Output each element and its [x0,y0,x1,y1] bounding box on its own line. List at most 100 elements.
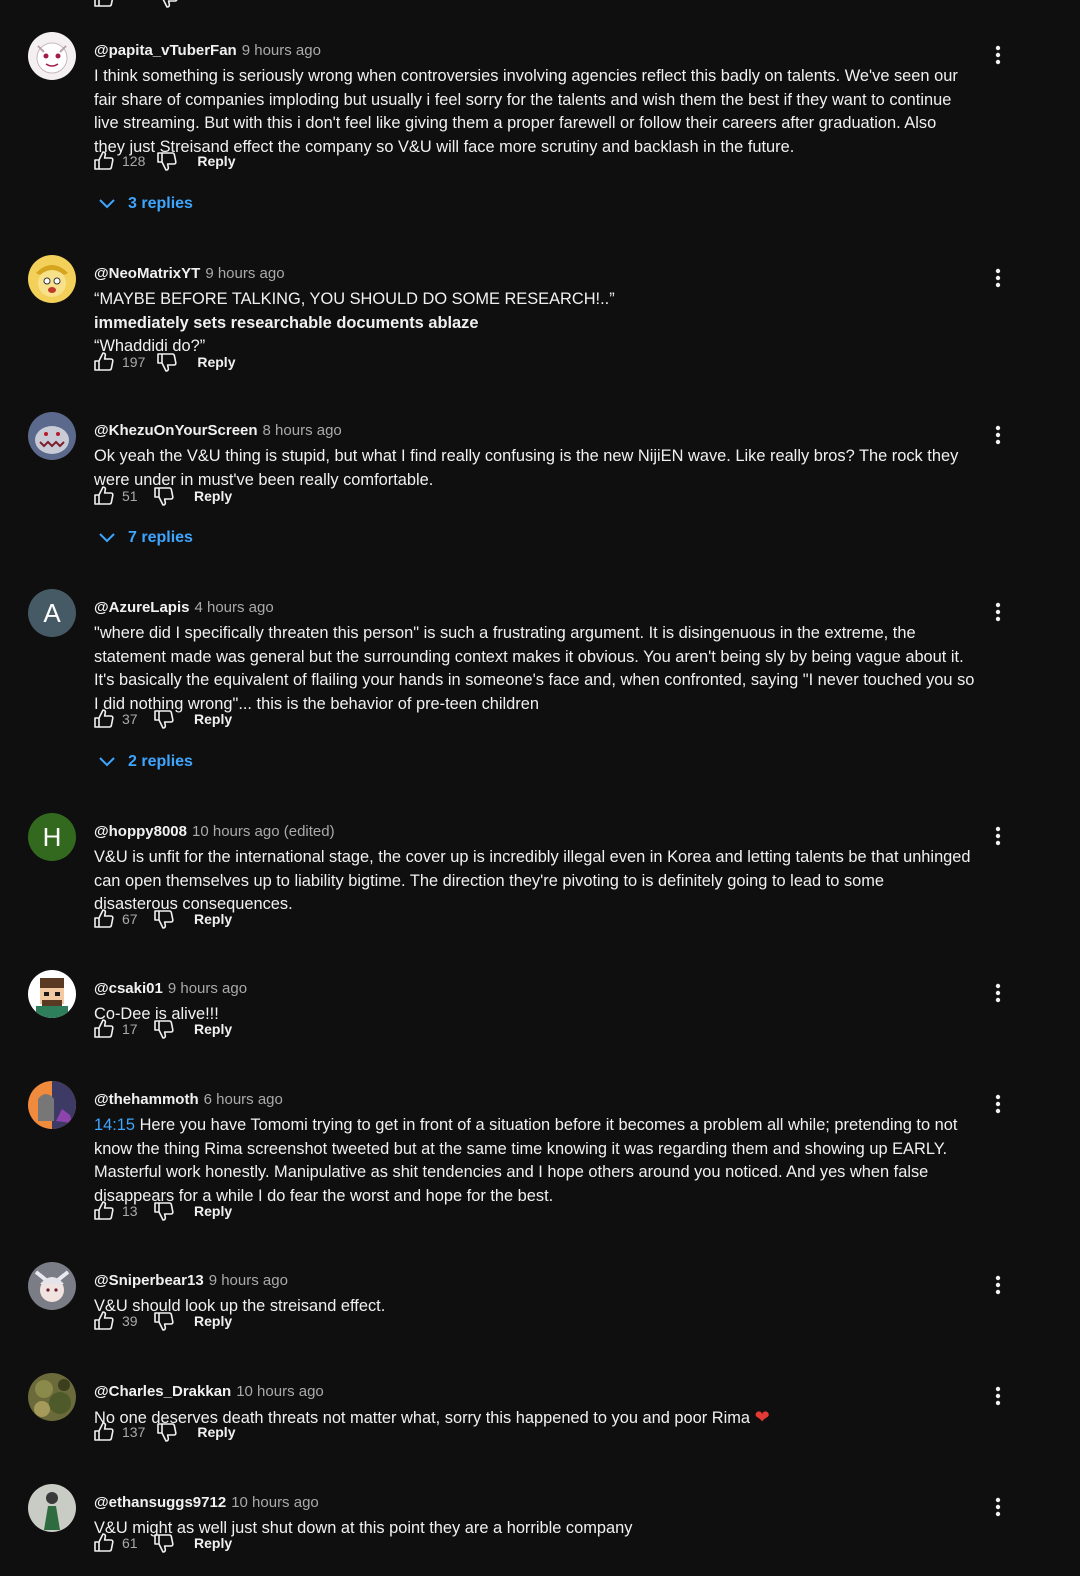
comment-text-line: V&U is unfit for the international stage… [94,846,979,870]
reply-button[interactable]: Reply [194,1021,232,1037]
more-options-icon[interactable] [988,824,1008,848]
like-button-icon[interactable] [92,1017,116,1041]
comment-text-segment: immediately sets researchable documents … [94,313,479,332]
like-button-icon[interactable] [92,350,116,374]
avatar[interactable] [28,32,76,80]
comment-text-line: 14:15 Here you have Tomomi trying to get… [94,1114,979,1138]
like-button-icon[interactable] [92,149,116,173]
reply-button[interactable]: Reply [194,1203,232,1219]
dislike-button-icon[interactable] [152,907,176,931]
reply-button[interactable]: Reply [194,911,232,927]
avatar[interactable]: H [28,813,76,861]
author-name[interactable]: @thehammoth [94,1091,199,1108]
comment-header: @AzureLapis 4 hours ago [94,598,274,618]
comment-text: "where did I specifically threaten this … [94,622,979,716]
more-options-icon[interactable] [988,266,1008,290]
dislike-button-icon[interactable] [155,149,179,173]
comment-text-line: Ok yeah the V&U thing is stupid, but wha… [94,445,979,469]
author-name[interactable]: @hoppy8008 [94,823,187,840]
author-name[interactable]: @AzureLapis [94,599,189,616]
avatar[interactable] [28,970,76,1018]
chevron-down-icon [99,199,115,209]
comment-actions: 137 Reply [92,1419,235,1445]
dislike-button-icon[interactable] [152,1199,176,1223]
view-replies-button[interactable]: 2 replies [98,753,193,771]
comment-timestamp[interactable]: 9 hours ago [168,980,247,997]
avatar[interactable] [28,1262,76,1310]
avatar[interactable] [28,1373,76,1421]
author-name[interactable]: @KhezuOnYourScreen [94,422,258,439]
avatar-letter: H [42,821,62,852]
dislike-button-icon[interactable] [152,707,176,731]
timestamp-link[interactable]: 14:15 [94,1116,135,1134]
comment-timestamp[interactable]: 9 hours ago [209,1272,288,1289]
like-button-icon[interactable] [92,1199,116,1223]
author-name[interactable]: @papita_vTuberFan [94,42,237,59]
avatar[interactable] [28,412,76,460]
author-name[interactable]: @ethansuggs9712 [94,1494,226,1511]
author-name[interactable]: @csaki01 [94,980,163,997]
dislike-button-icon[interactable] [155,350,179,374]
comment-timestamp[interactable]: 9 hours ago [242,42,321,59]
comment-text-segment: I think something is seriously wrong whe… [94,67,958,85]
comment-timestamp[interactable]: 6 hours ago [204,1091,283,1108]
comment-timestamp[interactable]: 8 hours ago [263,422,342,439]
dislike-button-icon[interactable] [152,484,176,508]
thumbs-down-icon[interactable] [156,0,180,10]
reply-button[interactable]: Reply [194,711,232,727]
reply-button[interactable]: Reply [197,1424,235,1440]
view-replies-button[interactable]: 7 replies [98,529,193,547]
dislike-button-icon[interactable] [155,1420,179,1444]
like-button-icon[interactable] [92,907,116,931]
more-options-icon[interactable] [988,600,1008,624]
view-replies-button[interactable]: 3 replies [98,195,193,213]
dislike-button-icon[interactable] [152,1309,176,1333]
comment-timestamp[interactable]: 10 hours ago (edited) [192,823,335,840]
like-button-icon[interactable] [92,1531,116,1555]
comment-timestamp[interactable]: 10 hours ago [236,1383,324,1400]
reply-button[interactable]: Reply [194,488,232,504]
avatar[interactable]: A [28,589,76,637]
camouflage-avatar [34,1379,71,1417]
comment-text-segment: can open themselves up to liability bigt… [94,871,885,890]
like-count: 197 [122,354,146,370]
reply-button[interactable]: Reply [197,153,235,169]
reply-button[interactable]: Reply [197,354,235,370]
avatar-letter: A [43,597,61,628]
more-options-icon[interactable] [988,1092,1008,1116]
more-options-icon[interactable] [988,43,1008,67]
reply-button[interactable]: Reply [194,1535,232,1551]
comment-header: @Sniperbear13 9 hours ago [94,1271,288,1291]
like-button-icon[interactable] [92,1420,116,1444]
dislike-button-icon[interactable] [152,1017,176,1041]
figure-in-green-avatar [44,1492,60,1530]
comment-timestamp[interactable]: 9 hours ago [205,265,284,282]
more-options-icon[interactable] [988,423,1008,447]
comment-header: @KhezuOnYourScreen 8 hours ago [94,421,342,441]
avatar[interactable] [28,1081,76,1129]
comment-actions: 128 Reply [92,148,235,174]
reply-button[interactable]: Reply [194,1313,232,1329]
comment-actions: 67 Reply [92,906,232,932]
more-options-icon[interactable] [988,1384,1008,1408]
author-name[interactable]: @NeoMatrixYT [94,265,200,282]
author-name[interactable]: @Charles_Drakkan [94,1383,231,1400]
avatar[interactable] [28,255,76,303]
dislike-button-icon[interactable] [152,1531,176,1555]
comment-text-line: fair share of companies imploding but us… [94,89,979,113]
more-options-icon[interactable] [988,1495,1008,1519]
comment-text-line: statement made was general but the surro… [94,646,979,670]
like-button-icon[interactable] [92,707,116,731]
like-count: 17 [122,1021,138,1037]
like-button-icon[interactable] [92,1309,116,1333]
more-options-icon[interactable] [988,981,1008,1005]
thumbs-up-icon[interactable] [92,0,116,10]
comment-timestamp[interactable]: 4 hours ago [194,599,273,616]
comment-timestamp[interactable]: 10 hours ago [231,1494,319,1511]
more-options-icon[interactable] [988,1273,1008,1297]
like-count: 39 [122,1313,138,1329]
avatar[interactable] [28,1484,76,1532]
like-button-icon[interactable] [92,484,116,508]
comment-header: @hoppy8008 10 hours ago (edited) [94,822,335,842]
author-name[interactable]: @Sniperbear13 [94,1272,204,1289]
